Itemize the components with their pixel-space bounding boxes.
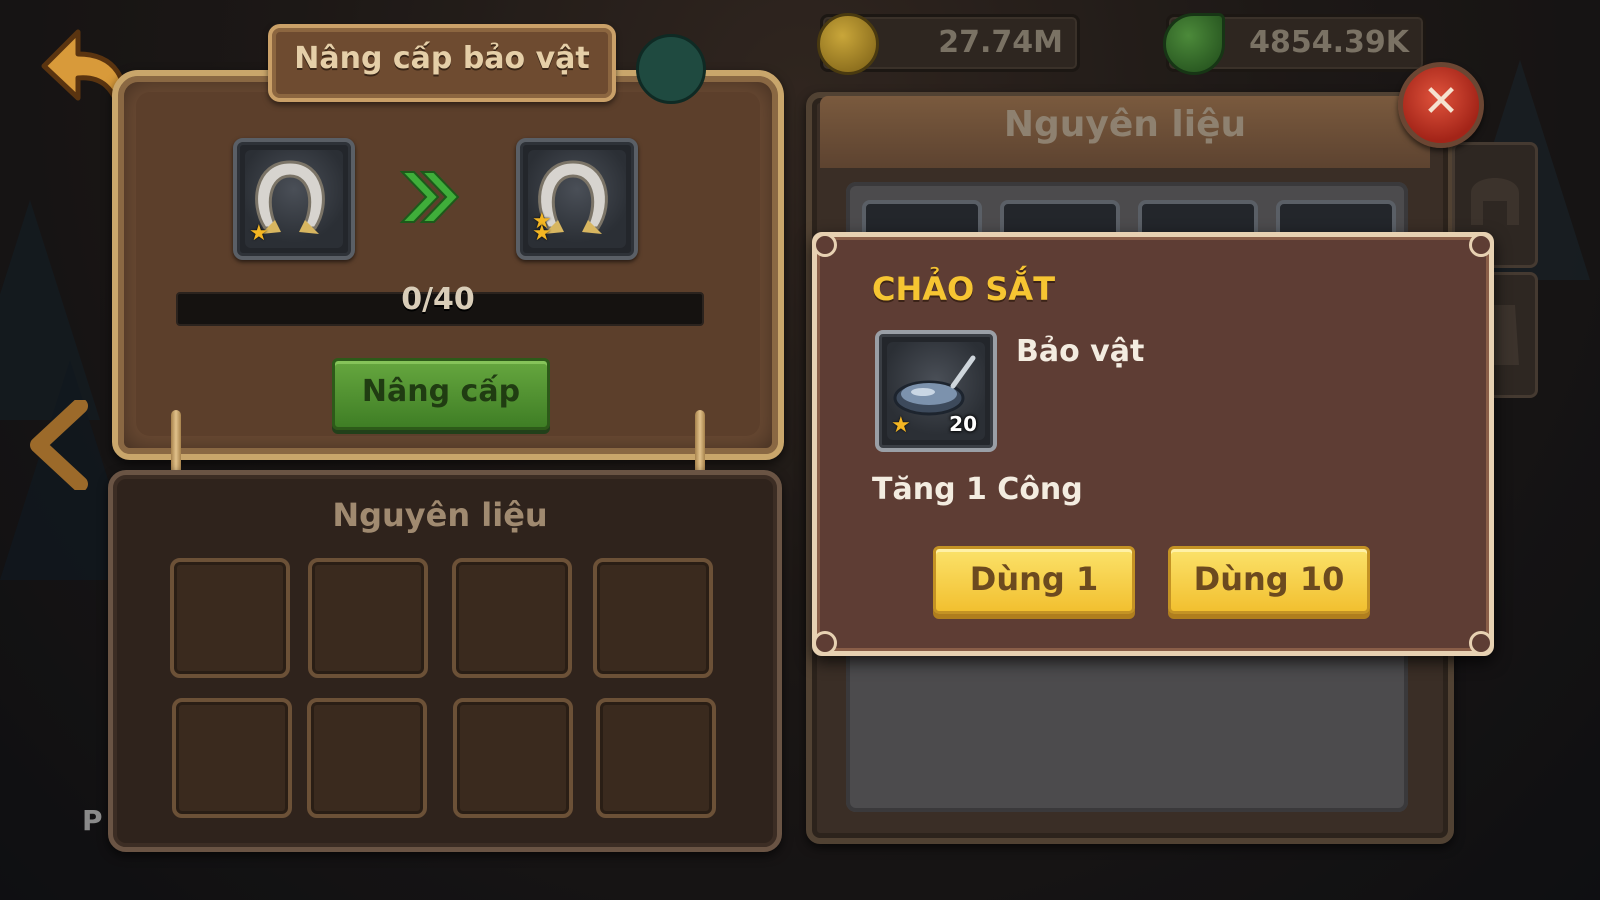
previous-arrow-button[interactable] — [28, 398, 88, 492]
leaf-amount: 4854.39K — [1249, 25, 1409, 60]
help-icon[interactable] — [636, 34, 706, 104]
material-slot[interactable] — [172, 698, 292, 818]
current-treasure-slot[interactable]: ★ — [233, 138, 355, 260]
material-slot[interactable] — [170, 558, 290, 678]
material-slot[interactable] — [452, 558, 572, 678]
corner-ornament — [813, 631, 837, 655]
material-slot[interactable] — [308, 558, 428, 678]
upgrade-button[interactable]: Nâng cấp — [332, 358, 550, 430]
partial-label: P — [82, 804, 103, 837]
upgraded-treasure-slot[interactable]: ★ ★ — [516, 138, 638, 260]
upgrade-title: Nâng cấp bảo vật — [294, 41, 590, 76]
close-icon: ✕ — [1422, 76, 1460, 127]
gold-amount: 27.74M — [938, 25, 1063, 60]
star-icon: ★ — [532, 221, 552, 246]
material-slot[interactable] — [596, 698, 716, 818]
item-effect: Tăng 1 Công — [872, 472, 1083, 507]
leaf-resource-bar: 4854.39K — [1163, 13, 1426, 75]
material-slot[interactable] — [307, 698, 427, 818]
corner-ornament — [813, 233, 837, 257]
item-slot: ★ 20 — [875, 330, 997, 452]
gold-coin-icon — [817, 13, 879, 75]
scarf-item-icon: ★ ★ — [528, 150, 626, 248]
green-leaf-icon — [1163, 13, 1225, 75]
upgrade-arrow-icon — [396, 164, 462, 230]
item-type: Bảo vật — [1016, 334, 1145, 369]
item-name: CHẢO SẮT — [872, 270, 1056, 308]
gold-resource-bar: 27.74M — [817, 13, 1080, 75]
use-one-button[interactable]: Dùng 1 — [933, 546, 1135, 614]
materials-title: Nguyên liệu — [332, 496, 548, 534]
progress-text: 0/40 — [401, 282, 475, 317]
frying-pan-icon: ★ 20 — [887, 342, 985, 440]
material-slot[interactable] — [593, 558, 713, 678]
star-icon: ★ — [249, 221, 269, 246]
corner-ornament — [1469, 233, 1493, 257]
inventory-title: Nguyên liệu — [1003, 104, 1247, 145]
corner-ornament — [1469, 631, 1493, 655]
star-icon: ★ — [891, 413, 911, 438]
close-button[interactable]: ✕ — [1398, 62, 1484, 148]
chevron-left-icon — [30, 398, 88, 492]
scarf-item-icon: ★ — [245, 150, 343, 248]
upgrade-title-ribbon: Nâng cấp bảo vật — [268, 24, 616, 102]
item-count: 20 — [949, 412, 977, 436]
use-ten-button[interactable]: Dùng 10 — [1168, 546, 1370, 614]
material-slot[interactable] — [453, 698, 573, 818]
